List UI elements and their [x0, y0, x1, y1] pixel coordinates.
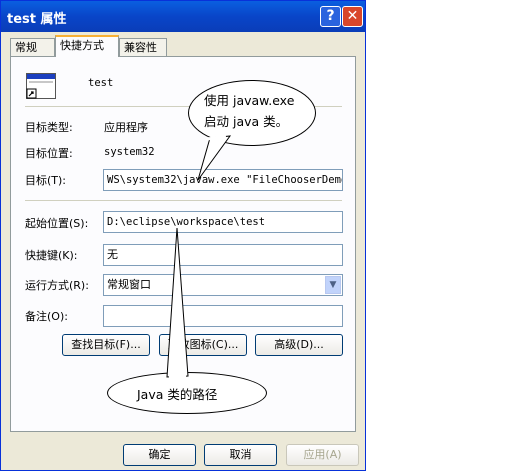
separator	[25, 200, 342, 201]
run-select[interactable]: 常规窗口 ▼	[103, 274, 343, 296]
comment-label: 备注(O):	[25, 310, 68, 323]
help-button[interactable]: ?	[320, 6, 341, 27]
title-bar[interactable]: test 属性 ? ✕	[1, 1, 365, 32]
close-button[interactable]: ✕	[342, 6, 363, 27]
window-title: test 属性	[7, 12, 67, 27]
start-in-input[interactable]: D:\eclipse\workspace\test	[103, 211, 343, 233]
start-in-label: 起始位置(S):	[25, 217, 89, 230]
target-location-label: 目标位置:	[25, 147, 73, 160]
target-label: 目标(T):	[25, 174, 67, 187]
ok-button[interactable]: 确定	[123, 444, 196, 466]
target-type-value: 应用程序	[104, 121, 148, 134]
run-label: 运行方式(R):	[25, 279, 89, 292]
advanced-button[interactable]: 高级(D)...	[255, 334, 343, 356]
hotkey-label: 快捷键(K):	[25, 249, 78, 262]
tab-shortcut[interactable]: 快捷方式	[55, 35, 119, 57]
run-select-value: 常规窗口	[107, 278, 151, 291]
tab-compatibility[interactable]: 兼容性	[119, 38, 167, 56]
tab-general[interactable]: 常规	[10, 38, 55, 56]
find-target-button[interactable]: 查找目标(F)...	[62, 334, 150, 356]
shortcut-name: test	[88, 77, 114, 89]
callout-1-line-2: 启动 java 类。	[204, 114, 289, 129]
comment-input[interactable]	[103, 305, 343, 327]
change-icon-button[interactable]: 更改图标(C)...	[159, 334, 247, 356]
hotkey-input[interactable]: 无	[103, 244, 343, 266]
apply-button[interactable]: 应用(A)	[286, 444, 359, 466]
application-window-icon	[26, 73, 56, 99]
target-type-label: 目标类型:	[25, 121, 73, 134]
chevron-down-icon[interactable]: ▼	[325, 276, 341, 294]
callout-2-text: Java 类的路径	[137, 387, 218, 402]
callout-1-line-1: 使用 javaw.exe	[204, 93, 295, 108]
target-location-value: system32	[104, 146, 155, 158]
cancel-button[interactable]: 取消	[204, 444, 277, 466]
target-input[interactable]: WS\system32\javaw.exe "FileChooserDemo"	[103, 169, 343, 191]
